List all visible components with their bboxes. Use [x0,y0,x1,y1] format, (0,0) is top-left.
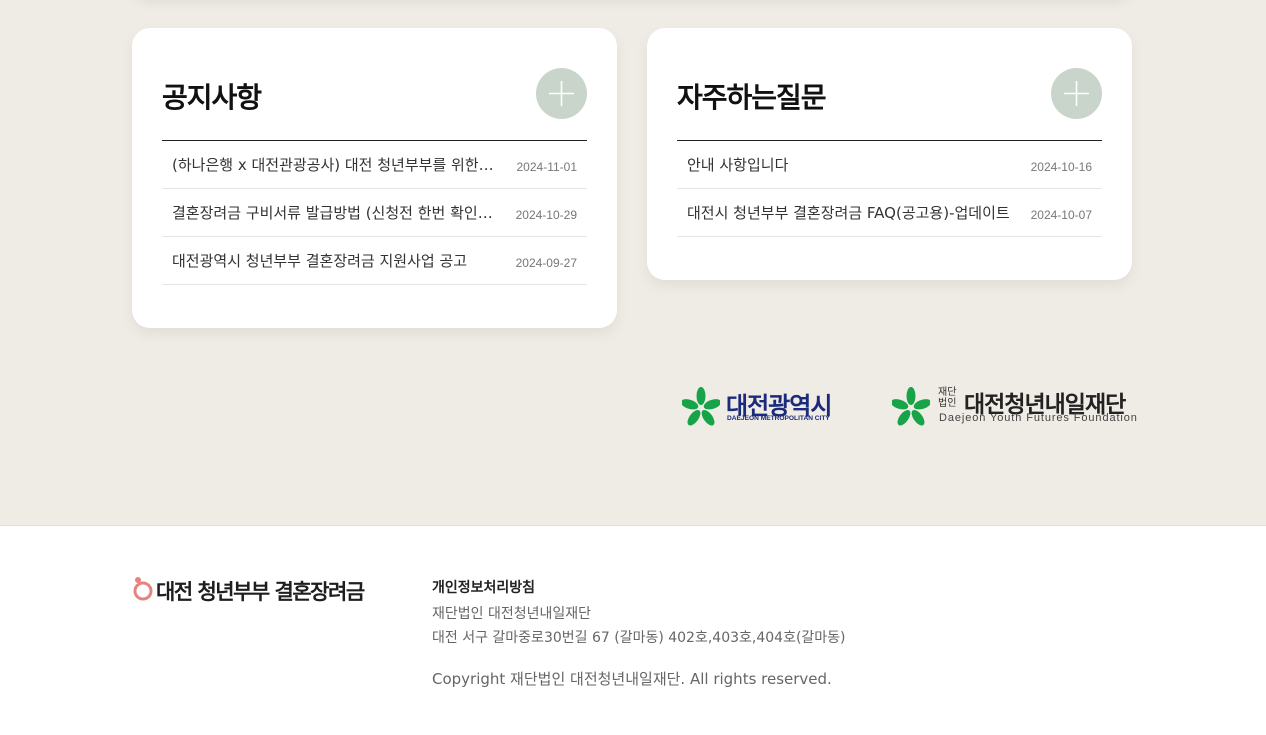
notice-item-title: 대전광역시 청년부부 결혼장려금 지원사업 공고 [172,252,468,270]
faq-item-date: 2024-10-07 [1030,208,1092,222]
plus-icon [1064,81,1089,106]
faq-item[interactable]: 안내 사항입니다 2024-10-16 [677,141,1102,189]
faq-item-title: 대전시 청년부부 결혼장려금 FAQ(공고용)-업데이트 [687,204,1010,222]
privacy-policy-link[interactable]: 개인정보처리방침 [432,577,535,597]
foundation-logo[interactable]: 재단 법인 대전청년내일재단 Daejeon Youth Futures Fou… [892,384,1137,428]
notice-item-title: 결혼장려금 구비서류 발급방법 (신청전 한번 확인해주세요) [172,204,497,222]
footer-org-name: 재단법인 대전청년내일재단 [432,606,592,622]
daejeon-city-logo[interactable]: 대전광역시 DAEJEON METROPOLITAN CITY [680,384,850,428]
footer-address: 대전 서구 갈마중로30번길 67 (갈마동) 402호,403호,404호(갈… [432,630,846,646]
notice-board-header: 공지사항 [162,68,587,141]
notice-item-date: 2024-10-29 [515,208,577,222]
notice-item[interactable]: 결혼장려금 구비서류 발급방법 (신청전 한번 확인해주세요) 2024-10-… [162,189,587,237]
faq-item-date: 2024-10-16 [1030,160,1092,174]
notice-more-button[interactable] [536,68,587,119]
foundation-emblem-icon [892,387,930,426]
notice-board: 공지사항 (하나은행 x 대전관광공사) 대전 청년부부를 위한 혜택 안내 2… [132,28,617,328]
daejeon-emblem-icon [682,387,720,426]
notice-list: (하나은행 x 대전관광공사) 대전 청년부부를 위한 혜택 안내 2024-1… [162,141,587,285]
footer-logo[interactable]: 대전 청년부부 결혼장려금 [132,576,392,604]
foundation-logo-prefix: 재단 법인 [938,387,957,409]
notice-item[interactable]: 대전광역시 청년부부 결혼장려금 지원사업 공고 2024-09-27 [162,237,587,285]
faq-item-title: 안내 사항입니다 [687,156,789,174]
notice-board-title: 공지사항 [162,81,262,114]
faq-list: 안내 사항입니다 2024-10-16 대전시 청년부부 결혼장려금 FAQ(공… [677,141,1102,237]
site-footer: 대전 청년부부 결혼장려금 개인정보처리방침 재단법인 대전청년내일재단 대전 … [0,525,1266,735]
plus-icon [549,81,574,106]
faq-more-button[interactable] [1051,68,1102,119]
footer-copyright: Copyright 재단법인 대전청년내일재단. All rights rese… [432,670,832,688]
notice-item-date: 2024-11-01 [516,160,578,174]
foundation-logo-subtitle: Daejeon Youth Futures Foundation [939,412,1138,424]
footer-logo-text: 대전 청년부부 결혼장려금 [156,579,365,604]
notice-item-title: (하나은행 x 대전관광공사) 대전 청년부부를 위한 혜택 안내 [172,156,497,174]
ring-icon [133,577,153,601]
faq-board-title: 자주하는질문 [677,81,827,114]
partner-logos: 대전광역시 DAEJEON METROPOLITAN CITY 재단 법인 대전… [680,384,1137,428]
faq-board: 자주하는질문 안내 사항입니다 2024-10-16 대전시 청년부부 결혼장려… [647,28,1132,280]
notice-item-date: 2024-09-27 [515,256,577,270]
notice-item[interactable]: (하나은행 x 대전관광공사) 대전 청년부부를 위한 혜택 안내 2024-1… [162,141,587,189]
faq-board-header: 자주하는질문 [677,68,1102,141]
city-logo-subtitle: DAEJEON METROPOLITAN CITY [727,415,830,422]
faq-item[interactable]: 대전시 청년부부 결혼장려금 FAQ(공고용)-업데이트 2024-10-07 [677,189,1102,237]
